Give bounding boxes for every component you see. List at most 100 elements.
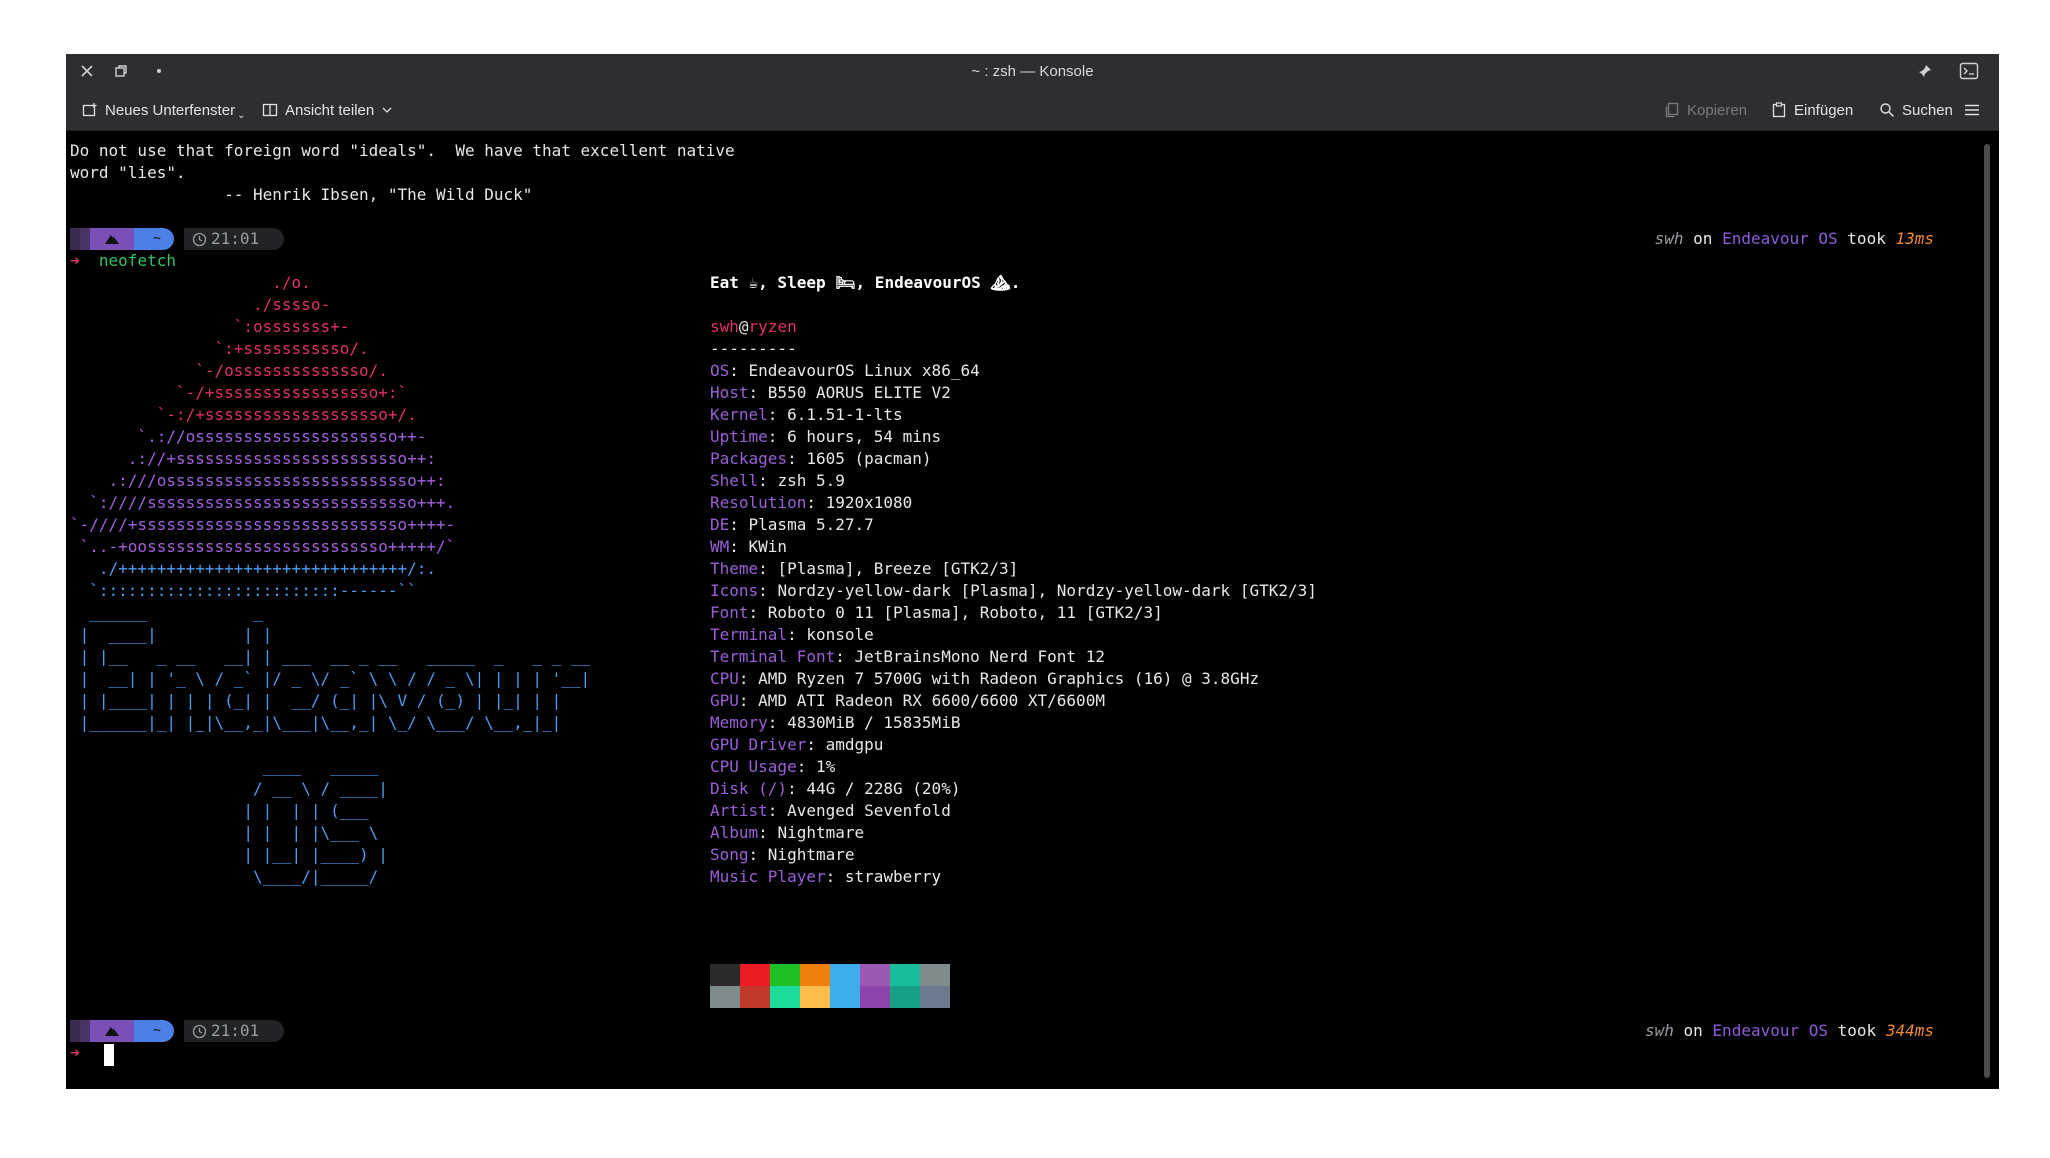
logo-art-line: `:osssssss+- [70, 317, 350, 336]
info-value: 6.1.51-1-lts [787, 405, 903, 424]
info-line: GPU: AMD ATI Radeon RX 6600/6600 XT/6600… [710, 690, 1105, 712]
title-bar[interactable]: ~ : zsh — Konsole [66, 54, 1999, 88]
right-prompt: swh on Endeavour OS took 13ms [1655, 228, 1934, 250]
info-colon: : [767, 427, 788, 446]
rp-took: took [1837, 1021, 1877, 1040]
info-key: Song [710, 845, 749, 864]
info-colon: : [748, 383, 768, 402]
search-icon [1880, 103, 1895, 118]
split-view-icon [262, 103, 278, 117]
palette-swatch [770, 986, 800, 1008]
palette-swatch [710, 986, 740, 1008]
logo-art-line: `-////+ssssssssssssssssssssssssssso++++- [70, 515, 456, 534]
clock-icon [192, 1024, 207, 1038]
prompt-time: 21:01 [211, 229, 260, 248]
palette-swatch [740, 964, 770, 986]
info-value: Nordzy-yellow-dark [Plasma], Nordzy-yell… [777, 581, 1317, 600]
command-text: neofetch [98, 251, 176, 270]
info-value: 1% [815, 757, 836, 776]
info-value: Roboto 0 11 [Plasma], Roboto, 11 [GTK2/3… [767, 603, 1163, 622]
info-line: GPU Driver: amdgpu [710, 734, 883, 756]
prompt-seg [70, 1020, 80, 1042]
palette-swatch [890, 986, 920, 1008]
new-tab-label: Neues Unterfenster [105, 101, 236, 119]
text-art-line: ______ _ [70, 603, 263, 622]
new-tab-button[interactable]: Neues Unterfenster ⌄ [82, 99, 245, 121]
chevron-down-icon[interactable] [381, 104, 393, 116]
prompt-arrow: ➜ [70, 251, 80, 270]
prompt-seg [80, 1020, 90, 1042]
fortune-line: Do not use that foreign word "ideals". W… [70, 141, 735, 160]
hamburger-menu-icon[interactable] [1964, 99, 1980, 121]
info-key: CPU [710, 669, 739, 688]
prompt-time-segment: 21:01 [184, 1020, 284, 1042]
info-line: Font: Roboto 0 11 [Plasma], Roboto, 11 [… [710, 602, 1163, 624]
info-key: Memory [710, 713, 768, 732]
info-key: Uptime [710, 427, 768, 446]
split-view-button[interactable]: Ansicht teilen [262, 99, 393, 121]
text-art-line: | | | | (___ [70, 801, 369, 820]
text-art-line: ____ _____ [70, 757, 379, 776]
info-line: Uptime: 6 hours, 54 mins [710, 426, 941, 448]
info-key: Terminal Font [710, 647, 836, 666]
info-key: GPU [710, 691, 739, 710]
command-line: ➜ neofetch [70, 250, 176, 272]
info-line: Resolution: 1920x1080 [710, 492, 912, 514]
palette-swatch [740, 986, 770, 1008]
rp-on: on [1683, 1021, 1703, 1040]
info-colon: : [825, 867, 845, 886]
info-value: B550 AORUS ELITE V2 [767, 383, 951, 402]
rp-user: swh [1644, 1021, 1674, 1040]
info-key: Shell [710, 471, 759, 490]
search-button[interactable]: Suchen [1879, 99, 1953, 121]
info-colon: : [738, 691, 759, 710]
logo-art-line: `.://osssssssssssssssssssso++- [70, 427, 427, 446]
info-key: Kernel [710, 405, 768, 424]
logo-art-line: `:+sssssssssso/. [70, 339, 369, 358]
paste-button[interactable]: Einfügen [1771, 99, 1853, 121]
palette-swatch [890, 964, 920, 986]
info-value: Plasma 5.27.7 [748, 515, 874, 534]
info-colon: : [806, 493, 826, 512]
info-value: [Plasma], Breeze [GTK2/3] [777, 559, 1019, 578]
color-palette [710, 964, 950, 1008]
palette-swatch [800, 964, 830, 986]
logo-art-line: ./sssso- [70, 295, 331, 314]
info-value: AMD ATI Radeon RX 6600/6600 XT/6600M [758, 691, 1105, 710]
info-line: Shell: zsh 5.9 [710, 470, 845, 492]
text-art-line: | | | |\___ \ [70, 823, 379, 842]
info-line: Album: Nightmare [710, 822, 864, 844]
rp-os: Endeavour OS [1722, 229, 1838, 248]
pin-icon[interactable] [1913, 59, 1937, 83]
prompt-segments: ~ 21:01 [70, 228, 310, 250]
info-line: Terminal Font: JetBrainsMono Nerd Font 1… [710, 646, 1105, 668]
palette-swatch [830, 964, 860, 986]
neofetch-header: Eat ☕, Sleep 🛏, EndeavourOS ⛰. [710, 273, 1021, 292]
info-key: Packages [710, 449, 788, 468]
info-line: Host: B550 AORUS ELITE V2 [710, 382, 951, 404]
rp-user: swh [1654, 229, 1684, 248]
info-colon: : [738, 669, 759, 688]
terminal-area[interactable]: Do not use that foreign word "ideals". W… [70, 140, 1970, 1080]
rp-duration: 13ms [1895, 229, 1934, 248]
info-colon: : [729, 515, 749, 534]
info-value: 4830MiB / 15835MiB [787, 713, 961, 732]
scrollbar-thumb[interactable] [1984, 144, 1990, 1078]
logo-art-line: `-:/+sssssssssssssssssso+/. [70, 405, 417, 424]
info-key: Disk (/) [710, 779, 788, 798]
info-key: Font [710, 603, 749, 622]
info-key: Terminal [710, 625, 788, 644]
info-colon: : [767, 405, 788, 424]
text-art-line: / __ \ / ____| [70, 779, 388, 798]
info-colon: : [729, 537, 749, 556]
logo-art-line: `:::::::::::::::::::::::::------`` [70, 581, 417, 600]
split-view-label: Ansicht teilen [285, 101, 375, 119]
info-key: Theme [710, 559, 759, 578]
info-value: Nightmare [767, 845, 855, 864]
copy-button[interactable]: Kopieren [1664, 99, 1747, 121]
scrollbar[interactable] [1983, 140, 1991, 1082]
prompt-dir-segment: ~ [134, 1020, 174, 1042]
info-key: Music Player [710, 867, 826, 886]
info-colon: : [787, 779, 807, 798]
palette-swatch [920, 986, 950, 1008]
